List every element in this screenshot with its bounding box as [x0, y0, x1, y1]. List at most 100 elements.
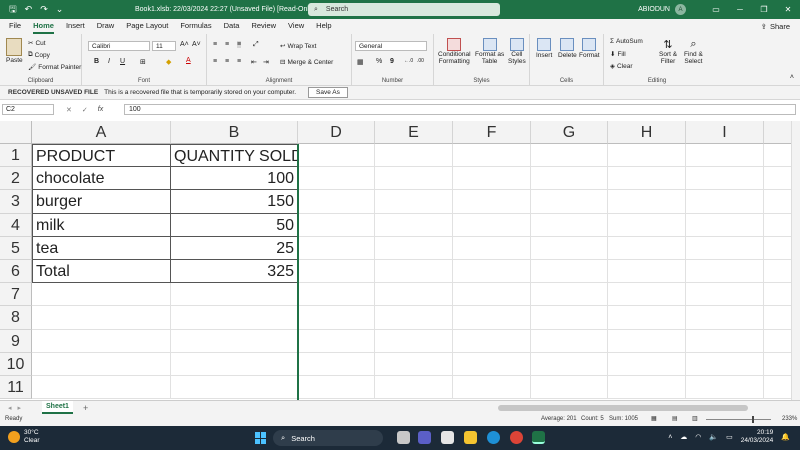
cell-a6[interactable]: Total: [32, 260, 171, 284]
widgets-icon[interactable]: [441, 431, 454, 444]
decrease-indent-icon[interactable]: ⇤: [251, 58, 257, 66]
tab-insert[interactable]: Insert: [66, 19, 85, 34]
empty-cell[interactable]: [608, 260, 686, 284]
empty-cell[interactable]: [608, 352, 686, 376]
increase-decimal-icon[interactable]: ←.0: [404, 58, 413, 64]
empty-cell[interactable]: [686, 329, 764, 353]
save-icon[interactable]: 🖫: [9, 2, 17, 18]
row-header-3[interactable]: 3: [0, 190, 32, 214]
tab-file[interactable]: File: [9, 19, 21, 34]
empty-cell[interactable]: [375, 306, 453, 330]
empty-cell[interactable]: [531, 352, 608, 376]
empty-cell[interactable]: [531, 329, 608, 353]
empty-cell[interactable]: [453, 236, 531, 260]
comma-button[interactable]: 9: [390, 58, 394, 65]
empty-cell[interactable]: [298, 329, 375, 353]
customize-toolbar-icon[interactable]: ⌄: [56, 4, 64, 15]
empty-cell[interactable]: [375, 167, 453, 191]
empty-cell[interactable]: [608, 144, 686, 168]
autosum-button[interactable]: Σ AutoSum: [610, 38, 643, 45]
number-format-select[interactable]: General: [355, 41, 427, 51]
paste-button[interactable]: Paste: [6, 38, 23, 64]
row-header-1[interactable]: 1: [0, 144, 32, 168]
empty-cell[interactable]: [32, 329, 171, 353]
empty-cell[interactable]: [32, 283, 171, 307]
empty-cell[interactable]: [764, 376, 791, 400]
empty-cell[interactable]: [686, 376, 764, 400]
redo-icon[interactable]: ↷: [40, 4, 48, 15]
cell-a2[interactable]: chocolate: [32, 167, 171, 191]
empty-cell[interactable]: [608, 283, 686, 307]
column-header-partial[interactable]: [764, 121, 791, 144]
file-explorer-icon[interactable]: [464, 431, 477, 444]
font-name-select[interactable]: Calibri: [88, 41, 150, 51]
empty-cell[interactable]: [453, 167, 531, 191]
empty-cell[interactable]: [375, 329, 453, 353]
empty-cell[interactable]: [298, 213, 375, 237]
cell-b3[interactable]: 150: [171, 190, 298, 214]
clear-button[interactable]: ◈ Clear: [610, 62, 633, 71]
select-all-corner[interactable]: [0, 121, 32, 144]
borders-icon[interactable]: ⊞: [140, 58, 146, 66]
empty-cell[interactable]: [298, 260, 375, 284]
empty-cell[interactable]: [171, 376, 298, 400]
merge-center-button[interactable]: ⊟ Merge & Center: [280, 58, 333, 67]
page-break-view-icon[interactable]: ▥: [692, 415, 698, 422]
empty-cell[interactable]: [32, 376, 171, 400]
empty-cell[interactable]: [298, 190, 375, 214]
empty-cell[interactable]: [375, 190, 453, 214]
bold-button[interactable]: B: [94, 58, 99, 65]
copy-button[interactable]: ⧉ Copy: [28, 51, 50, 59]
empty-cell[interactable]: [171, 352, 298, 376]
empty-cell[interactable]: [531, 376, 608, 400]
empty-cell[interactable]: [375, 283, 453, 307]
empty-cell[interactable]: [531, 236, 608, 260]
page-layout-view-icon[interactable]: ▤: [672, 415, 678, 422]
empty-cell[interactable]: [453, 352, 531, 376]
edge-icon[interactable]: [487, 431, 500, 444]
empty-cell[interactable]: [298, 167, 375, 191]
tab-formulas[interactable]: Formulas: [180, 19, 211, 34]
cell-b4[interactable]: 50: [171, 213, 298, 237]
empty-cell[interactable]: [298, 283, 375, 307]
empty-cell[interactable]: [32, 352, 171, 376]
font-size-select[interactable]: 11: [152, 41, 176, 51]
zoom-level[interactable]: 233%: [782, 416, 797, 422]
empty-cell[interactable]: [453, 306, 531, 330]
excel-taskbar-icon[interactable]: [532, 431, 545, 444]
row-header-2[interactable]: 2: [0, 167, 32, 191]
orientation-icon[interactable]: ⤢: [253, 41, 259, 49]
empty-cell[interactable]: [608, 190, 686, 214]
empty-cell[interactable]: [531, 167, 608, 191]
tab-help[interactable]: Help: [316, 19, 331, 34]
normal-view-icon[interactable]: ▦: [651, 415, 657, 422]
ribbon-display-icon[interactable]: ▭: [704, 5, 728, 14]
cell-styles-button[interactable]: Cell Styles: [508, 38, 526, 65]
minimize-icon[interactable]: ─: [728, 5, 752, 14]
empty-cell[interactable]: [608, 329, 686, 353]
empty-cell[interactable]: [531, 260, 608, 284]
empty-cell[interactable]: [171, 283, 298, 307]
align-middle-icon[interactable]: ≡: [225, 41, 229, 48]
empty-cell[interactable]: [453, 283, 531, 307]
row-header-8[interactable]: 8: [0, 306, 32, 330]
fill-color-icon[interactable]: ◆: [166, 58, 171, 66]
row-header-4[interactable]: 4: [0, 213, 32, 237]
formula-input[interactable]: 100: [124, 104, 796, 115]
empty-cell[interactable]: [764, 237, 791, 260]
align-top-icon[interactable]: ≡: [213, 41, 217, 48]
italic-button[interactable]: I: [108, 58, 110, 65]
cell-a3[interactable]: burger: [32, 190, 171, 214]
empty-cell[interactable]: [375, 144, 453, 168]
empty-cell[interactable]: [764, 283, 791, 307]
align-right-icon[interactable]: ≡: [237, 58, 241, 65]
tab-data[interactable]: Data: [224, 19, 240, 34]
spreadsheet-grid[interactable]: A B D E F G H I 1 2 3 4 5 6 7 8 9 10 11 …: [0, 121, 791, 400]
empty-cell[interactable]: [686, 352, 764, 376]
restore-icon[interactable]: ❐: [752, 5, 776, 14]
cell-b6[interactable]: 325: [171, 260, 298, 284]
empty-cell[interactable]: [298, 144, 375, 168]
empty-cell[interactable]: [608, 213, 686, 237]
format-cells-button[interactable]: Format: [579, 38, 600, 59]
empty-cell[interactable]: [531, 144, 608, 168]
